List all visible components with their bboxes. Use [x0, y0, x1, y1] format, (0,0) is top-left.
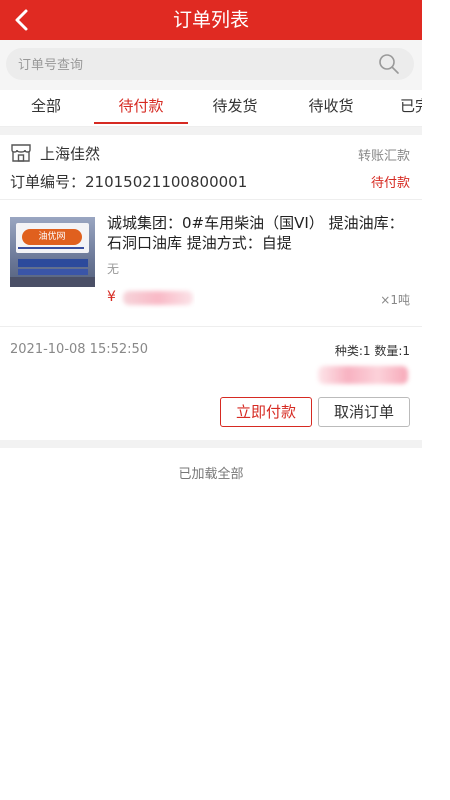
product-image-sign: 油优网: [16, 223, 89, 253]
product-image-floor: [10, 277, 95, 287]
search-input[interactable]: [16, 48, 360, 82]
order-total-redacted: [318, 366, 408, 384]
divider: [0, 326, 422, 327]
product-image-caption: [18, 259, 88, 267]
product-price: ¥: [107, 287, 195, 309]
order-summary: 种类:1 数量:1: [334, 344, 410, 358]
order-status: 待付款: [370, 176, 410, 191]
section-gap: [0, 127, 422, 135]
divider: [0, 199, 422, 200]
tab-pending-receipt[interactable]: 待收货: [304, 90, 358, 126]
tab-pending-shipment[interactable]: 待发货: [208, 90, 262, 126]
order-card[interactable]: 上海佳然 转账汇款 订单编号：21015021100800001 待付款 油优网…: [0, 135, 422, 440]
page-title: 订单列表: [172, 9, 249, 31]
tab-all[interactable]: 全部: [28, 90, 64, 126]
order-number: 订单编号：21015021100800001: [10, 173, 248, 191]
loaded-all-text: 已加载全部: [178, 467, 244, 482]
pay-now-button[interactable]: 立即付款: [220, 397, 312, 427]
product-title[interactable]: 诚城集团：0#车用柴油（国VI） 提油油库：石洞口油库 提油方式：自提: [107, 213, 407, 253]
product-image[interactable]: 油优网: [10, 217, 95, 287]
app-header: 订单列表: [0, 0, 422, 40]
payment-method: 转账汇款: [357, 149, 410, 164]
order-tabs: 全部 待付款 待发货 待收货 已完成: [0, 90, 422, 127]
price-redacted: [123, 291, 193, 305]
product-quantity: ×1吨: [380, 293, 410, 307]
section-gap: [0, 440, 422, 448]
tab-pending-payment[interactable]: 待付款: [94, 90, 188, 126]
product-spec: 无: [107, 262, 120, 276]
product-image-caption: [18, 269, 88, 275]
search-bar: [0, 40, 422, 90]
product-image-stripe: [18, 247, 84, 249]
shop-name[interactable]: 上海佳然: [40, 143, 100, 164]
cancel-order-button[interactable]: 取消订单: [318, 397, 410, 427]
search-box: [6, 48, 414, 82]
search-icon[interactable]: [378, 53, 400, 75]
shop-icon: [11, 144, 31, 162]
price-symbol: ¥: [107, 289, 116, 305]
tab-completed[interactable]: 已完成: [400, 90, 422, 126]
product-image-logo: 油优网: [22, 229, 82, 245]
order-time: 2021-10-08 15:52:50: [10, 342, 149, 357]
